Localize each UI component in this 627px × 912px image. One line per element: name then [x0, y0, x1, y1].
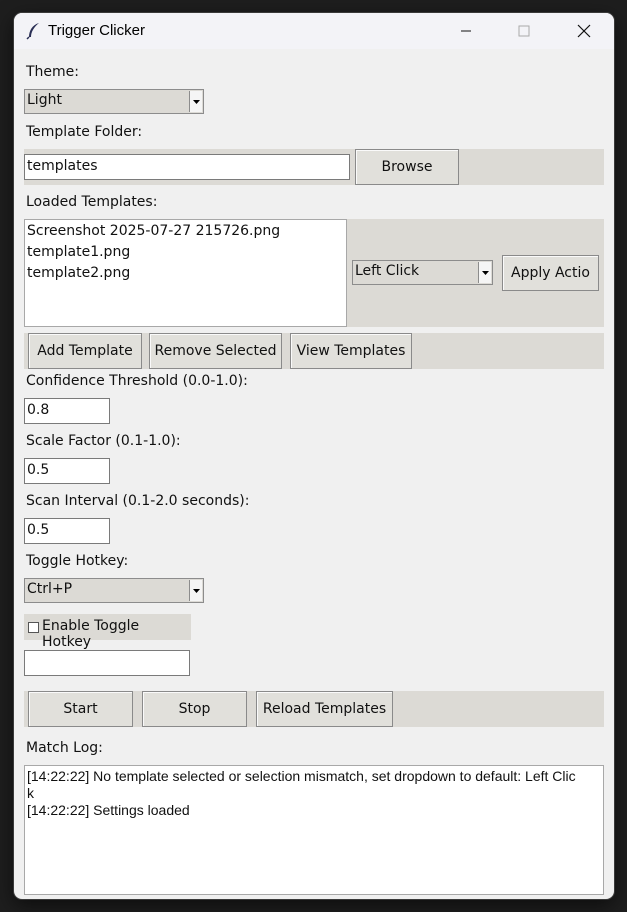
- list-item[interactable]: template2.png: [27, 263, 344, 284]
- template-folder-input[interactable]: templates: [24, 154, 350, 180]
- minimize-button[interactable]: [443, 13, 489, 49]
- list-item[interactable]: template1.png: [27, 242, 344, 263]
- interval-label: Scan Interval (0.1-2.0 seconds):: [26, 493, 250, 509]
- enable-hotkey-label: Enable Toggle Hotkey: [42, 618, 140, 650]
- log-line: k: [27, 785, 34, 801]
- hotkey-capture-input[interactable]: [24, 650, 190, 676]
- log-line: [14:22:22] Settings loaded: [27, 802, 190, 818]
- enable-hotkey-checkbox[interactable]: [28, 622, 39, 633]
- match-log[interactable]: [14:22:22] No template selected or selec…: [24, 765, 604, 895]
- app-window: Trigger Clicker Theme: Light Template Fo…: [14, 13, 614, 899]
- window-title: Trigger Clicker: [48, 22, 145, 39]
- chevron-down-icon: [189, 580, 202, 601]
- chevron-down-icon: [478, 262, 491, 283]
- stop-button[interactable]: Stop: [142, 691, 247, 727]
- start-button[interactable]: Start: [28, 691, 133, 727]
- maximize-button[interactable]: [501, 13, 547, 49]
- close-button[interactable]: [561, 13, 607, 49]
- templates-listbox[interactable]: Screenshot 2025-07-27 215726.png templat…: [24, 219, 347, 327]
- view-templates-button[interactable]: View Templates: [290, 333, 412, 369]
- confidence-label: Confidence Threshold (0.0-1.0):: [26, 373, 248, 389]
- apply-action-label: Apply Actio: [511, 265, 590, 281]
- scale-label: Scale Factor (0.1-1.0):: [26, 433, 181, 449]
- theme-value: Light: [27, 92, 62, 108]
- remove-selected-button[interactable]: Remove Selected: [149, 333, 282, 369]
- hotkey-label: Toggle Hotkey:: [26, 553, 129, 569]
- chevron-down-icon: [189, 91, 202, 112]
- match-log-label: Match Log:: [26, 740, 103, 756]
- loaded-templates-label: Loaded Templates:: [26, 194, 158, 210]
- add-template-button[interactable]: Add Template: [28, 333, 142, 369]
- reload-templates-button[interactable]: Reload Templates: [256, 691, 393, 727]
- interval-input[interactable]: 0.5: [24, 518, 110, 544]
- feather-icon: [26, 22, 42, 40]
- confidence-input[interactable]: 0.8: [24, 398, 110, 424]
- apply-action-button[interactable]: Apply Actio: [502, 255, 599, 291]
- scale-input[interactable]: 0.5: [24, 458, 110, 484]
- action-dropdown[interactable]: Left Click: [352, 260, 493, 285]
- browse-button[interactable]: Browse: [355, 149, 459, 185]
- title-bar[interactable]: Trigger Clicker: [14, 13, 614, 49]
- log-line: [14:22:22] No template selected or selec…: [27, 768, 576, 784]
- hotkey-value: Ctrl+P: [27, 581, 73, 597]
- template-folder-label: Template Folder:: [26, 124, 143, 140]
- hotkey-dropdown[interactable]: Ctrl+P: [24, 578, 204, 603]
- theme-label: Theme:: [26, 64, 80, 80]
- theme-dropdown[interactable]: Light: [24, 89, 204, 114]
- action-value: Left Click: [355, 263, 420, 279]
- list-item[interactable]: Screenshot 2025-07-27 215726.png: [27, 221, 344, 242]
- enable-hotkey-toggle[interactable]: Enable Toggle Hotkey: [24, 614, 191, 650]
